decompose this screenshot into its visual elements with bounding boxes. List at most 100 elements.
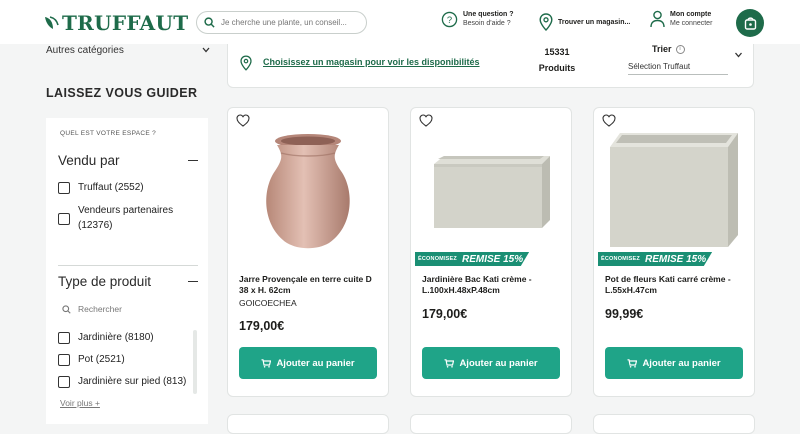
account-subtitle: Me connecter: [670, 20, 713, 27]
search-input[interactable]: [221, 18, 361, 27]
other-categories-dropdown[interactable]: Autres catégories: [46, 44, 210, 56]
product-image[interactable]: [604, 128, 744, 256]
filter-option-jardiniere-sur-pied[interactable]: Jardinière sur pied (813): [58, 374, 186, 389]
discount-badge: ÉCONOMISEZ REMISE 15%: [415, 252, 530, 266]
product-type-search-placeholder: Rechercher: [78, 304, 122, 314]
filter-panel: QUEL EST VOTRE ESPACE ? Vendu par Truffa…: [46, 118, 208, 424]
filter-option-label: Pot (2521): [78, 354, 125, 365]
square-pot-image: [610, 133, 738, 247]
sort-value: Sélection Truffaut: [628, 62, 728, 75]
chevron-down-icon[interactable]: [734, 52, 743, 58]
help-subtitle: Besoin d'aide ?: [463, 20, 511, 27]
leaf-logo-icon: [45, 16, 59, 29]
logo-text: TRUFFAUT: [62, 11, 189, 35]
filter-option-label: Jardinière sur pied (813): [78, 376, 187, 387]
checkbox[interactable]: [58, 354, 70, 366]
add-to-cart-label: Ajouter au panier: [642, 357, 721, 369]
search-icon: [204, 17, 215, 28]
filter-option-pot[interactable]: Pot (2521): [58, 352, 125, 367]
heart-icon[interactable]: [602, 114, 616, 127]
product-name[interactable]: Jardinière Bac Kati crème - L.100xH.48xP…: [422, 274, 564, 296]
add-to-cart-button[interactable]: Ajouter au panier: [422, 347, 560, 379]
product-card[interactable]: [227, 414, 389, 434]
cart-icon: [444, 358, 455, 368]
question-icon: ?: [441, 11, 458, 27]
add-to-cart-button[interactable]: Ajouter au panier: [239, 347, 377, 379]
collapse-icon[interactable]: [188, 280, 198, 283]
site-header: TRUFFAUT ? Une question ? Besoin d'aide …: [0, 0, 800, 44]
cart-icon: [627, 358, 638, 368]
badge-small-text: ÉCONOMISEZ: [415, 252, 460, 266]
terracotta-jar-image: [266, 134, 350, 249]
other-categories-label: Autres catégories: [46, 44, 124, 56]
planter-box-image: [434, 156, 550, 228]
location-pin-icon: [240, 55, 252, 71]
sold-by-header[interactable]: Vendu par: [58, 153, 198, 168]
choose-store-link[interactable]: Choisissez un magasin pour voir les disp…: [263, 57, 480, 67]
discount-badge: ÉCONOMISEZ REMISE 15%: [598, 252, 713, 266]
checkbox[interactable]: [58, 376, 70, 388]
product-count: 15331 Produits: [533, 47, 581, 73]
sort-label: Trier: [652, 44, 672, 54]
sold-by-title: Vendu par: [58, 153, 120, 168]
add-to-cart-button[interactable]: Ajouter au panier: [605, 347, 743, 379]
show-more-link[interactable]: Voir plus +: [60, 398, 100, 408]
product-type-title: Type de produit: [58, 274, 152, 289]
account-link[interactable]: Mon compte Me connecter: [650, 10, 712, 28]
heart-icon[interactable]: [419, 114, 433, 127]
filter-option-count: (12376): [78, 220, 113, 231]
add-to-cart-label: Ajouter au panier: [459, 357, 538, 369]
product-type-header[interactable]: Type de produit: [58, 274, 198, 289]
product-card[interactable]: [593, 414, 755, 434]
truffaut-logo[interactable]: TRUFFAUT: [44, 11, 188, 35]
badge-big-text: REMISE 15%: [642, 252, 713, 266]
checkbox[interactable]: [58, 182, 70, 194]
product-price: 179,00€: [422, 307, 468, 321]
cart-icon: [261, 358, 272, 368]
info-icon[interactable]: i: [675, 44, 685, 54]
product-name[interactable]: Pot de fleurs Kati carré crème - L.55xH.…: [605, 274, 747, 296]
product-card[interactable]: ÉCONOMISEZ REMISE 15% Jardinière Bac Kat…: [410, 107, 572, 397]
space-question[interactable]: QUEL EST VOTRE ESPACE ?: [60, 130, 156, 137]
search-bar[interactable]: [196, 11, 367, 34]
product-image[interactable]: [238, 128, 378, 256]
filter-option-partner-sellers[interactable]: Vendeurs partenaires (12376): [58, 203, 173, 233]
cart-button[interactable]: [736, 9, 764, 37]
account-title: Mon compte: [670, 11, 712, 18]
search-icon: [62, 304, 71, 314]
product-price: 99,99€: [605, 307, 644, 321]
product-card[interactable]: Jarre Provençale en terre cuite D 38 x H…: [227, 107, 389, 397]
user-icon: [650, 10, 665, 28]
badge-small-text: ÉCONOMISEZ: [598, 252, 643, 266]
store-availability-bar: Choisissez un magasin pour voir les disp…: [227, 44, 754, 88]
product-brand: GOICOECHEA: [239, 298, 297, 308]
product-name[interactable]: Jarre Provençale en terre cuite D 38 x H…: [239, 274, 381, 296]
shopping-bag-icon: [744, 17, 756, 30]
divider: [58, 265, 198, 266]
store-locator-label: Trouver un magasin...: [558, 18, 631, 26]
help-link[interactable]: ? Une question ? Besoin d'aide ?: [441, 10, 514, 28]
chevron-down-icon: [202, 47, 210, 53]
product-count-value: 15331: [544, 47, 570, 57]
product-type-search[interactable]: Rechercher: [62, 304, 122, 314]
product-card[interactable]: [410, 414, 572, 434]
product-card[interactable]: ÉCONOMISEZ REMISE 15% Pot de fleurs Kati…: [593, 107, 755, 397]
filter-scrollbar[interactable]: [193, 330, 197, 394]
filter-option-label: Truffaut (2552): [78, 182, 144, 193]
checkbox[interactable]: [58, 332, 70, 344]
filter-option-label: Jardinière (8180): [78, 332, 154, 343]
sort-dropdown[interactable]: Trier i Sélection Truffaut: [628, 44, 728, 75]
product-price: 179,00€: [239, 319, 285, 333]
location-pin-icon: [539, 13, 553, 31]
filter-option-label: Vendeurs partenaires: [78, 205, 174, 216]
collapse-icon[interactable]: [188, 159, 198, 162]
badge-big-text: REMISE 15%: [459, 252, 530, 266]
svg-text:?: ?: [447, 14, 452, 25]
store-locator-link[interactable]: Trouver un magasin...: [539, 13, 630, 31]
add-to-cart-label: Ajouter au panier: [276, 357, 355, 369]
heart-icon[interactable]: [236, 114, 250, 127]
product-image[interactable]: [421, 128, 561, 256]
checkbox[interactable]: [58, 213, 70, 225]
filter-option-jardiniere[interactable]: Jardinière (8180): [58, 330, 154, 345]
filter-option-truffaut[interactable]: Truffaut (2552): [58, 180, 144, 195]
